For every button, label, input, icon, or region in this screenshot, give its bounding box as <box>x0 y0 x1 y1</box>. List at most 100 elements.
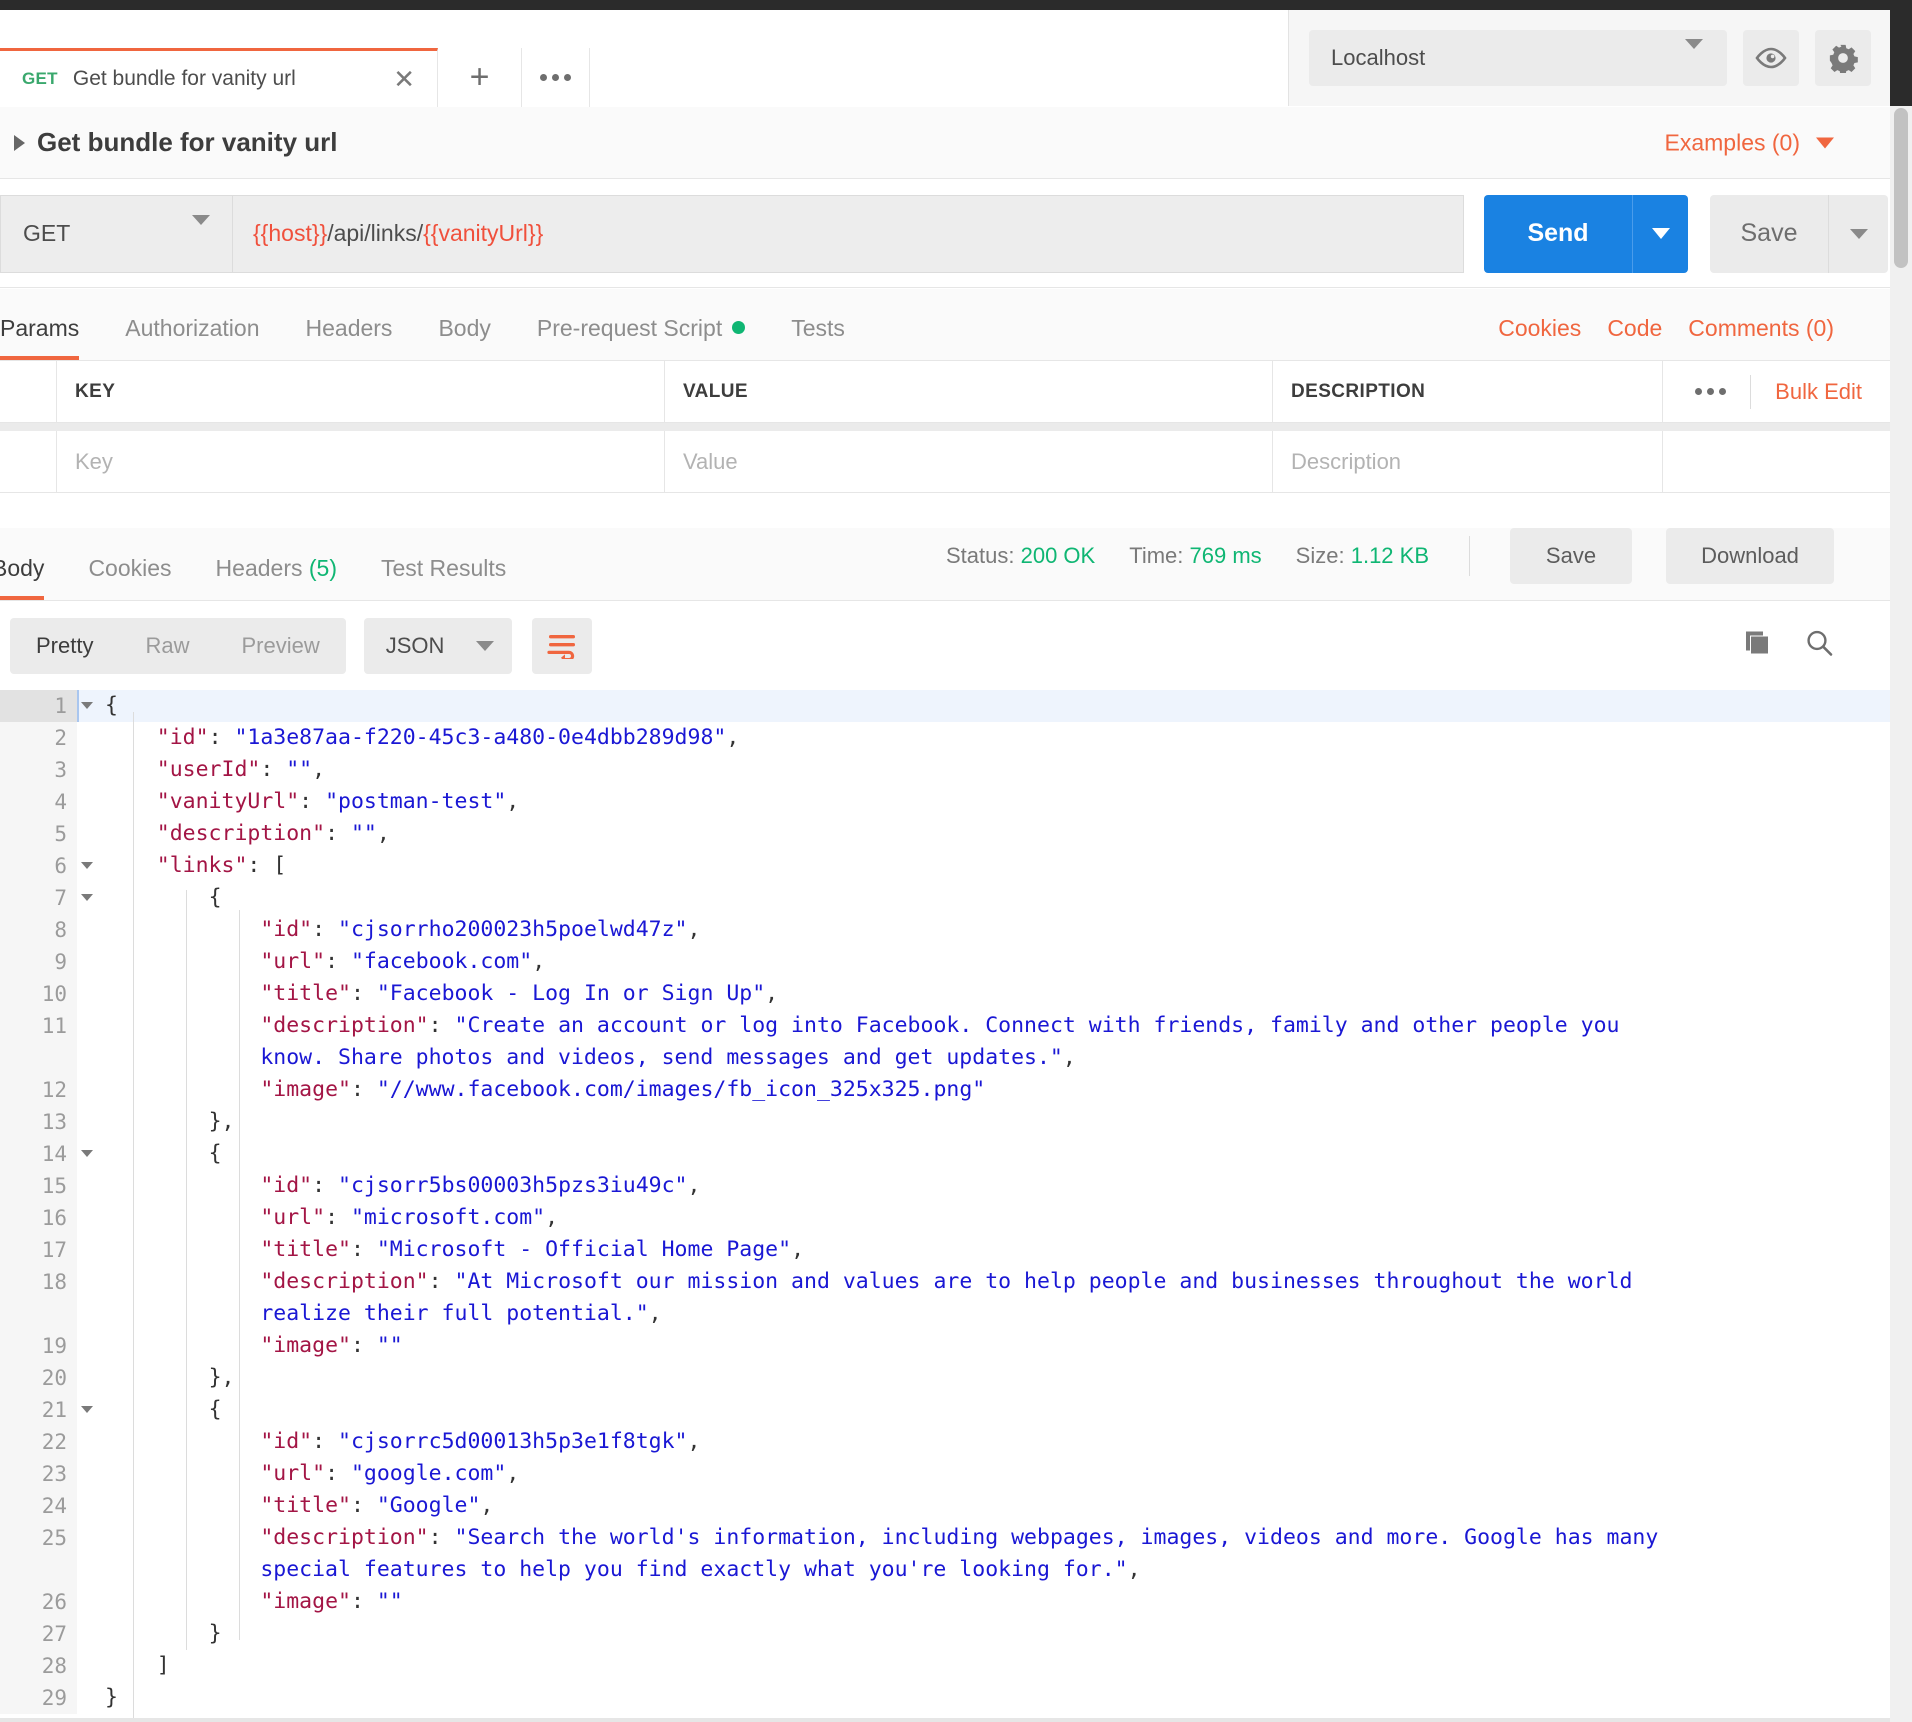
close-icon[interactable]: ✕ <box>393 66 415 92</box>
params-table: KEY VALUE DESCRIPTION Bulk Edit Key Valu… <box>0 361 1890 493</box>
bulk-edit-button[interactable]: Bulk Edit <box>1775 379 1862 405</box>
json-string: "microsoft.com" <box>350 1205 546 1230</box>
divider <box>1750 374 1752 409</box>
environment-settings-button[interactable] <box>1815 30 1871 86</box>
tab-method-label: GET <box>22 69 58 88</box>
code-text: "vanityUrl": "postman-test", <box>77 786 1890 818</box>
line-number: 24 <box>0 1490 77 1522</box>
scrollbar-thumb[interactable] <box>1894 108 1908 268</box>
param-value-input[interactable]: Value <box>665 431 1273 493</box>
code-text: "userId": "", <box>77 754 1890 786</box>
json-punct: : <box>312 1173 339 1198</box>
code-line: 21 { <box>0 1394 1890 1426</box>
request-tabs: Params Authorization Headers Body Pre-reques… <box>0 289 1890 361</box>
code-line: 27 } <box>0 1618 1890 1650</box>
code-text: "image": "" <box>77 1330 1890 1362</box>
expand-triangle-icon[interactable] <box>14 134 25 151</box>
row-checkbox-gutter[interactable] <box>0 431 57 493</box>
request-tab-tests[interactable]: Tests <box>791 315 845 360</box>
request-tab-pre-request-script[interactable]: Pre-request Script <box>537 315 746 360</box>
json-key: "id" <box>156 725 209 750</box>
response-tab-headers[interactable]: Headers (5) <box>216 555 337 600</box>
line-number: 18 <box>0 1266 77 1330</box>
link-code[interactable]: Code <box>1607 315 1662 342</box>
json-key: "id" <box>260 1429 313 1454</box>
code-text: "description": "At Microsoft our mission… <box>77 1266 1890 1330</box>
code-text: } <box>77 1618 1890 1650</box>
view-mode-raw[interactable]: Raw <box>119 633 215 659</box>
code-text: "url": "facebook.com", <box>77 946 1890 978</box>
param-key-placeholder: Key <box>75 448 113 474</box>
request-tab-params[interactable]: Params <box>0 315 80 360</box>
response-tab-body[interactable]: Body <box>0 555 45 600</box>
examples-dropdown[interactable]: Examples (0) <box>1665 129 1834 156</box>
url-input[interactable]: {{host}}/api/links/{{vanityUrl}} <box>232 194 1464 273</box>
view-mode-preview[interactable]: Preview <box>215 633 345 659</box>
request-tab-body[interactable]: Body <box>438 315 490 360</box>
copy-button[interactable] <box>1742 629 1774 664</box>
line-number: 6 <box>0 850 93 882</box>
tab-options-button[interactable] <box>522 48 590 107</box>
request-tab-authorization[interactable]: Authorization <box>125 315 259 360</box>
response-save-button[interactable]: Save <box>1510 528 1632 584</box>
json-punct: : [ <box>247 853 287 878</box>
request-tab[interactable]: GET Get bundle for vanity url ✕ <box>0 48 438 107</box>
line-number: 20 <box>0 1362 77 1394</box>
view-mode-pretty[interactable]: Pretty <box>10 633 119 659</box>
code-text: "title": "Facebook - Log In or Sign Up", <box>77 978 1890 1010</box>
line-number: 15 <box>0 1170 77 1202</box>
search-button[interactable] <box>1804 629 1834 664</box>
json-string: "facebook.com" <box>350 949 533 974</box>
param-key-input[interactable]: Key <box>57 431 665 493</box>
save-button[interactable]: Save <box>1710 194 1828 273</box>
code-line: 10 "title": "Facebook - Log In or Sign U… <box>0 978 1890 1010</box>
response-view-toolbar: Pretty Raw Preview JSON <box>0 602 1890 690</box>
json-string: "Google" <box>376 1493 481 1518</box>
code-line: 1{ <box>0 690 1890 722</box>
json-punct: : <box>208 725 235 750</box>
json-key: "userId" <box>156 757 261 782</box>
link-comments-0-[interactable]: Comments (0) <box>1688 315 1834 342</box>
json-punct: } <box>105 1685 118 1710</box>
vertical-scrollbar[interactable] <box>1890 106 1912 1722</box>
params-input-row: Key Value Description <box>0 431 1890 493</box>
code-text: "links": [ <box>77 850 1890 882</box>
http-method-selector[interactable]: GET <box>0 194 232 273</box>
environment-name: Localhost <box>1331 45 1426 70</box>
response-body-viewer[interactable]: 1{2 "id": "1a3e87aa-f220-45c3-a480-0e4db… <box>0 690 1890 1722</box>
response-tabs: Body Cookies Headers (5) Test Results Statu… <box>0 528 1890 601</box>
response-tab-test-results[interactable]: Test Results <box>381 555 506 600</box>
save-options-button[interactable] <box>1828 194 1888 273</box>
ellipsis-icon <box>540 74 571 81</box>
environment-quick-look-button[interactable] <box>1743 30 1799 86</box>
code-line: 12 "image": "//www.facebook.com/images/f… <box>0 1074 1890 1106</box>
link-cookies[interactable]: Cookies <box>1498 315 1581 342</box>
environment-selector[interactable]: Localhost <box>1309 30 1727 86</box>
response-tab-cookies[interactable]: Cookies <box>88 555 171 600</box>
line-number: 12 <box>0 1074 77 1106</box>
json-punct: , <box>765 981 779 1006</box>
json-punct: : <box>260 757 287 782</box>
response-format-selector[interactable]: JSON <box>363 618 512 674</box>
code-line: 3 "userId": "", <box>0 754 1890 786</box>
request-tab-headers[interactable]: Headers <box>306 315 393 360</box>
json-punct: : <box>325 1205 351 1230</box>
line-number: 11 <box>0 1010 77 1074</box>
search-icon <box>1807 630 1833 656</box>
response-download-button[interactable]: Download <box>1666 528 1834 584</box>
save-group: Save <box>1710 194 1888 273</box>
code-line: 26 "image": "" <box>0 1586 1890 1618</box>
code-line: 20 }, <box>0 1362 1890 1394</box>
send-options-button[interactable] <box>1632 194 1688 273</box>
json-punct: { <box>208 885 222 910</box>
param-description-input[interactable]: Description <box>1273 431 1663 493</box>
line-number: 19 <box>0 1330 77 1362</box>
ellipsis-icon[interactable] <box>1695 388 1727 395</box>
line-number: 26 <box>0 1586 77 1618</box>
url-text: {{host}}/api/links/{{vanityUrl}} <box>253 220 543 247</box>
new-tab-button[interactable]: + <box>438 48 522 107</box>
send-button[interactable]: Send <box>1484 194 1632 273</box>
wrap-lines-button[interactable] <box>531 618 592 674</box>
script-present-indicator-icon <box>732 321 746 334</box>
json-punct: , <box>312 757 326 782</box>
